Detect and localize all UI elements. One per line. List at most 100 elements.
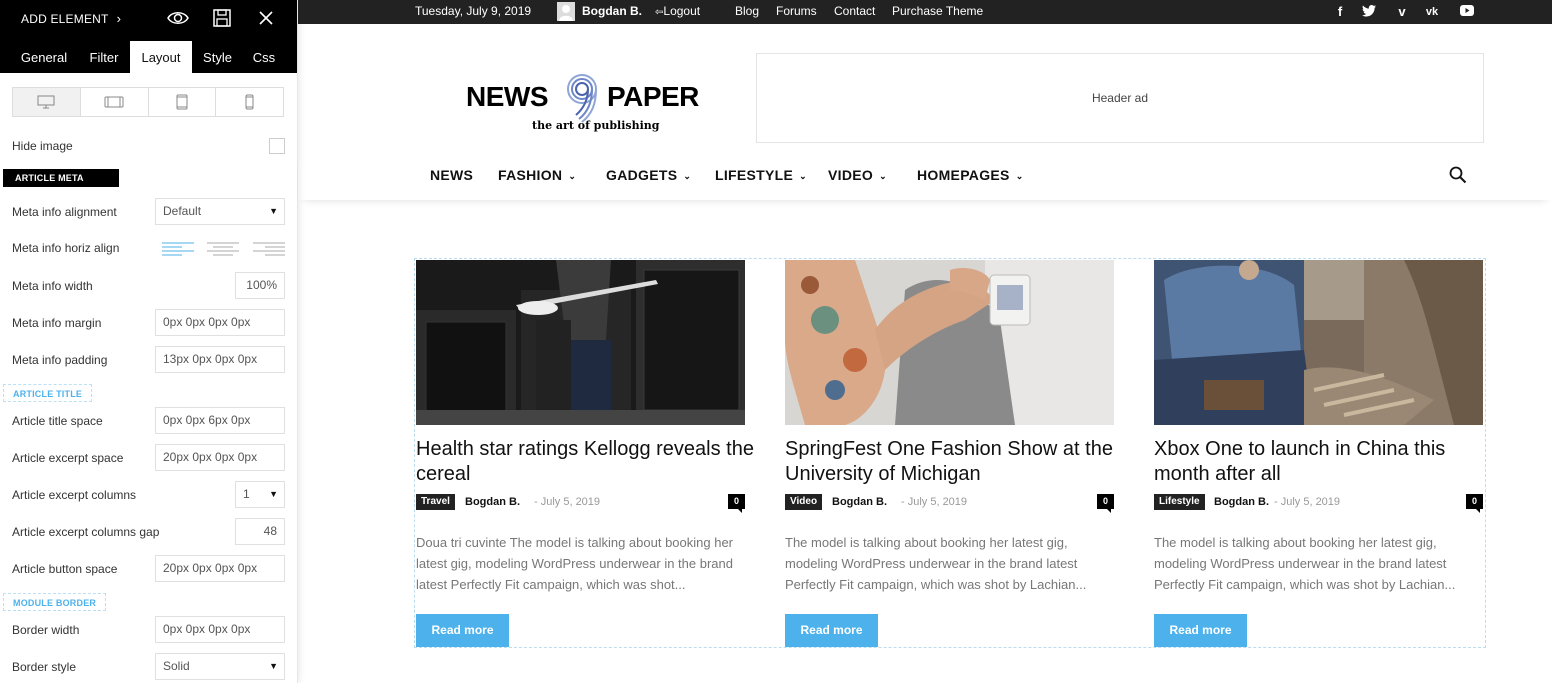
excerpt-columns-label: Article excerpt columns — [12, 488, 137, 502]
logout-link[interactable]: ⇦Logout — [655, 0, 700, 24]
excerpt-columns-select[interactable]: 1 ▼ — [235, 481, 285, 508]
meta-padding-label: Meta info padding — [12, 353, 108, 367]
tab-css[interactable]: Css — [243, 41, 285, 73]
article-title[interactable]: Health star ratings Kellogg reveals the … — [416, 437, 756, 487]
category-badge[interactable]: Travel — [416, 494, 455, 510]
comment-count[interactable]: 0 — [1097, 494, 1114, 513]
top-link-purchase[interactable]: Purchase Theme — [892, 0, 983, 23]
article-title[interactable]: SpringFest One Fashion Show at the Unive… — [785, 437, 1125, 487]
add-element-button[interactable]: ADD ELEMENT › — [21, 11, 121, 26]
nav-label: HOMEPAGES — [917, 167, 1010, 183]
youtube-icon[interactable] — [1460, 5, 1474, 19]
twitter-icon[interactable] — [1362, 5, 1376, 19]
article-author[interactable]: Bogdan B. — [1214, 494, 1269, 510]
read-more-button[interactable]: Read more — [1154, 614, 1247, 647]
border-width-input[interactable]: 0px 0px 0px 0px — [155, 616, 285, 643]
section-article-meta: ARTICLE META INFO — [3, 169, 119, 201]
article-title[interactable]: Xbox One to launch in China this month a… — [1154, 437, 1494, 487]
facebook-icon[interactable]: f — [1333, 5, 1347, 19]
article-meta: Lifestyle Bogdan B. - July 5, 2019 0 — [1154, 494, 1483, 513]
hide-image-checkbox[interactable] — [269, 138, 285, 154]
save-icon[interactable] — [212, 8, 234, 28]
tablet-landscape-icon[interactable] — [81, 88, 149, 116]
tab-layout[interactable]: Layout — [130, 41, 192, 73]
nav-item-video[interactable]: VIDEO ⌄ — [828, 167, 887, 183]
top-user[interactable]: Bogdan B. — [582, 0, 642, 23]
tablet-portrait-icon[interactable] — [149, 88, 217, 116]
article-image[interactable] — [785, 260, 1114, 425]
border-width-label: Border width — [12, 623, 80, 637]
read-more-button[interactable]: Read more — [416, 614, 509, 647]
category-badge[interactable]: Video — [785, 494, 823, 510]
site-logo[interactable]: NEWS PAPER the art of publishing — [466, 72, 726, 134]
meta-padding-input[interactable]: 13px 0px 0px 0px — [155, 346, 285, 373]
tab-style[interactable]: Style — [192, 41, 243, 73]
header-ad[interactable]: Header ad — [756, 53, 1484, 143]
nav-label: VIDEO — [828, 167, 874, 183]
nav-item-homepages[interactable]: HOMEPAGES ⌄ — [917, 167, 1024, 183]
hide-image-label: Hide image — [12, 139, 73, 153]
chevron-down-icon: ⌄ — [879, 171, 887, 181]
avatar[interactable] — [557, 2, 575, 21]
nav-item-gadgets[interactable]: GADGETS ⌄ — [606, 167, 691, 183]
article-author[interactable]: Bogdan B. — [465, 494, 520, 510]
desktop-icon[interactable] — [13, 88, 81, 116]
chevron-down-icon: ⌄ — [568, 171, 577, 181]
button-space-input[interactable]: 20px 0px 0px 0px — [155, 555, 285, 582]
tab-filter[interactable]: Filter — [78, 41, 130, 73]
device-switcher — [12, 87, 284, 117]
border-style-value: Solid — [163, 659, 190, 673]
close-icon[interactable] — [256, 8, 278, 28]
comment-count[interactable]: 0 — [728, 494, 745, 513]
article-date: - July 5, 2019 — [1274, 496, 1341, 508]
comment-count[interactable]: 0 — [1466, 494, 1483, 513]
meta-width-label: Meta info width — [12, 279, 93, 293]
eye-icon[interactable] — [167, 8, 189, 28]
top-link-forums[interactable]: Forums — [776, 0, 817, 23]
align-left-icon[interactable] — [162, 241, 194, 260]
tab-general[interactable]: General — [10, 41, 78, 73]
section-module-border: MODULE BORDER — [3, 593, 107, 611]
button-space-label: Article button space — [12, 562, 118, 576]
nav-label: GADGETS — [606, 167, 678, 183]
nav-label: FASHION — [498, 167, 563, 183]
title-space-input[interactable]: 0px 0px 6px 0px — [155, 407, 285, 434]
top-link-contact[interactable]: Contact — [834, 0, 875, 23]
excerpt-space-label: Article excerpt space — [12, 451, 124, 465]
excerpt-gap-input[interactable]: 48 — [235, 518, 285, 545]
article-excerpt: The model is talking about booking her l… — [1154, 535, 1456, 592]
article-image[interactable] — [416, 260, 745, 425]
article-date: - July 5, 2019 — [901, 496, 968, 508]
vk-icon[interactable]: vk — [1423, 5, 1441, 19]
dropdown-arrow-icon: ▼ — [269, 489, 278, 499]
meta-alignment-label: Meta info alignment — [12, 205, 117, 219]
top-bar: Tuesday, July 9, 2019 Bogdan B. ⇦Logout … — [298, 0, 1552, 24]
article-date: - July 5, 2019 — [534, 496, 601, 508]
align-center-icon[interactable] — [207, 241, 239, 260]
read-more-button[interactable]: Read more — [785, 614, 878, 647]
nav-item-lifestyle[interactable]: LIFESTYLE ⌄ — [715, 167, 807, 183]
top-link-blog[interactable]: Blog — [735, 0, 759, 23]
logout-label: Logout — [663, 4, 701, 18]
phone-icon[interactable] — [216, 88, 283, 116]
excerpt-space-input[interactable]: 20px 0px 0px 0px — [155, 444, 285, 471]
meta-alignment-select[interactable]: Default ▼ — [155, 198, 285, 225]
nav-label: NEWS — [430, 167, 474, 183]
main-nav: NEWS FASHION ⌄ GADGETS ⌄ LIFESTYLE ⌄ VIDEO ⌄… — [298, 150, 1552, 200]
chevron-down-icon: ⌄ — [683, 171, 692, 181]
meta-margin-input[interactable]: 0px 0px 0px 0px — [155, 309, 285, 336]
logo-text-left: NEWS — [466, 81, 549, 112]
meta-width-input[interactable]: 100% — [235, 272, 285, 299]
nav-item-news[interactable]: NEWS — [430, 167, 473, 183]
add-element-label: ADD ELEMENT — [21, 12, 109, 26]
article-image[interactable] — [1154, 260, 1483, 425]
vimeo-icon[interactable]: v — [1395, 5, 1409, 19]
category-badge[interactable]: Lifestyle — [1154, 494, 1205, 510]
article-author[interactable]: Bogdan B. — [832, 494, 887, 510]
nav-label: LIFESTYLE — [715, 167, 794, 183]
border-style-select[interactable]: Solid ▼ — [155, 653, 285, 680]
nav-item-fashion[interactable]: FASHION ⌄ — [498, 167, 576, 183]
search-icon[interactable] — [1449, 166, 1467, 184]
article-meta: Travel Bogdan B. - July 5, 2019 0 — [416, 494, 745, 513]
align-right-icon[interactable] — [253, 241, 285, 260]
